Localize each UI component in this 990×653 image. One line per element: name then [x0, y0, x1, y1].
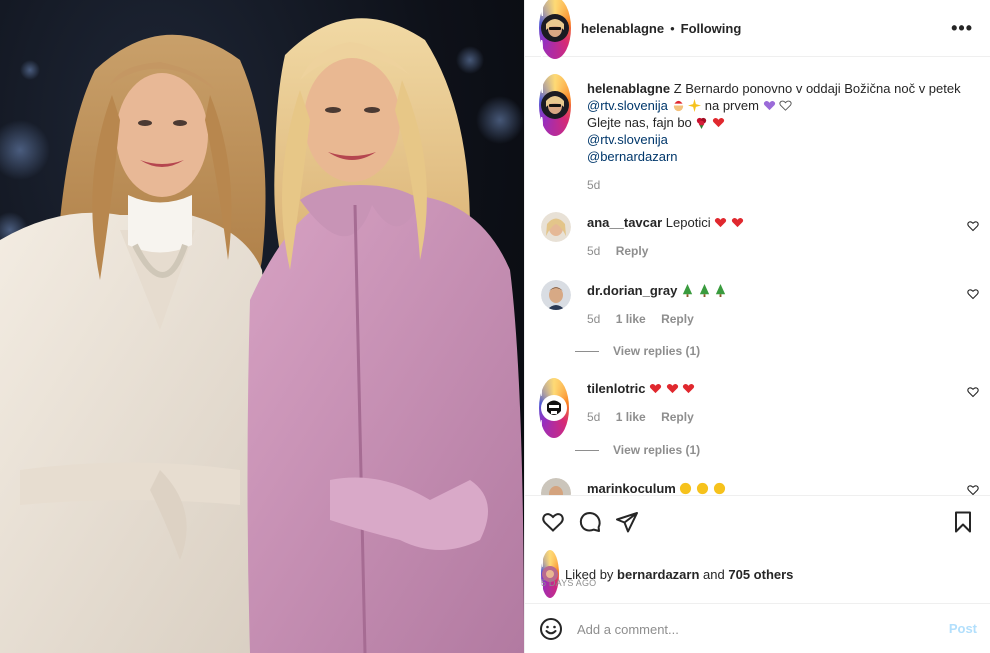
- liked-by-count[interactable]: 705 others: [728, 567, 793, 582]
- comment-item: tilenlotric 5d 1 like Reply: [539, 378, 979, 438]
- red-heart-emoji-icon: [683, 384, 695, 394]
- comment-time[interactable]: 5d: [587, 410, 600, 424]
- comment-username[interactable]: ana__tavcar: [587, 215, 662, 230]
- liked-by-avatar[interactable]: [541, 550, 559, 598]
- christmas-tree-emoji-icon: [716, 284, 726, 297]
- caption-line1: Z Bernardo ponovno v oddaji Božična noč …: [673, 81, 961, 96]
- comment-time[interactable]: 5d: [587, 312, 600, 326]
- christmas-tree-emoji-icon: [682, 284, 693, 297]
- comment-reply-button[interactable]: Reply: [661, 410, 694, 424]
- comment-avatar[interactable]: [539, 378, 569, 438]
- header-separator: •: [670, 20, 675, 36]
- following-button[interactable]: Following: [681, 21, 742, 36]
- share-direct-icon[interactable]: [615, 510, 639, 534]
- post-date[interactable]: 5 DAYS AGO: [541, 578, 596, 588]
- comment-reply-button[interactable]: Reply: [616, 244, 649, 258]
- comment-item: ana__tavcar Lepotici 5d Reply: [539, 212, 979, 264]
- add-comment-input[interactable]: [577, 618, 937, 640]
- comments-list[interactable]: helenablagne Z Bernardo ponovno v oddaji…: [525, 58, 990, 495]
- caption-mention-rtv-2[interactable]: @rtv.slovenija: [587, 132, 668, 147]
- comment-icon[interactable]: [578, 510, 602, 534]
- comment-time[interactable]: 5d: [587, 244, 600, 258]
- comment-likes-count[interactable]: 1 like: [616, 312, 646, 326]
- face-emoji-icon: [680, 482, 692, 495]
- comment-username[interactable]: tilenlotric: [587, 381, 646, 396]
- comment-item: marinkoculum: [539, 478, 979, 495]
- sparkle-emoji-icon: [688, 99, 702, 112]
- comment-avatar[interactable]: [541, 280, 571, 310]
- santa-emoji-icon: [673, 100, 683, 112]
- red-heart-emoji-icon: [715, 218, 727, 228]
- comment-text: dr.dorian_gray: [587, 282, 947, 299]
- like-heart-icon[interactable]: [541, 510, 565, 534]
- view-replies-label: View replies (1): [613, 344, 701, 358]
- view-replies-line: [575, 350, 599, 352]
- purple-heart-emoji-icon: [763, 101, 775, 111]
- comment-avatar[interactable]: [541, 212, 571, 242]
- liked-by-row: Liked by bernardazarn and 705 others: [541, 550, 793, 598]
- author-avatar-image: [541, 14, 569, 42]
- post-header: helenablagne • Following •••: [525, 0, 990, 59]
- white-heart-emoji-icon: [779, 100, 792, 111]
- comment-body: Lepotici: [665, 215, 711, 230]
- post-comment-button[interactable]: Post: [949, 621, 977, 636]
- caption-username[interactable]: helenablagne: [587, 81, 670, 96]
- caption-mention-bernardazarn[interactable]: @bernardazarn: [587, 149, 678, 164]
- caption-mention-rtv[interactable]: @rtv.slovenija: [587, 98, 668, 113]
- christmas-tree-emoji-icon: [699, 284, 709, 297]
- comment-likes-count[interactable]: 1 like: [616, 410, 646, 424]
- caption-time[interactable]: 5d: [587, 178, 600, 192]
- comment-like-icon[interactable]: [967, 288, 979, 300]
- liked-by-mid: and: [703, 566, 725, 582]
- bouquet-emoji-icon: [697, 117, 707, 129]
- post-side-panel: helenablagne • Following ••• helenablagn…: [524, 0, 990, 653]
- comment-like-icon[interactable]: [967, 484, 979, 495]
- caption-avatar-image: [541, 91, 569, 119]
- comment-meta: 5d 1 like Reply: [587, 410, 706, 424]
- author-avatar[interactable]: [539, 0, 571, 59]
- view-replies-line: [575, 449, 599, 451]
- post-photo[interactable]: [0, 0, 524, 653]
- caption-line1-end: na prvem: [704, 98, 759, 113]
- view-replies-label: View replies (1): [613, 443, 701, 457]
- save-bookmark-icon[interactable]: [951, 510, 975, 534]
- comment-meta: 5d Reply: [587, 244, 660, 258]
- comment-reply-button[interactable]: Reply: [661, 312, 694, 326]
- photo-illustration: [0, 18, 524, 653]
- comment-avatar[interactable]: [541, 478, 571, 495]
- comment-username[interactable]: marinkoculum: [587, 481, 676, 495]
- caption-text: helenablagne Z Bernardo ponovno v oddaji…: [587, 80, 967, 165]
- red-heart-emoji-icon: [712, 118, 725, 128]
- comment-avatar-image: [541, 395, 567, 421]
- add-comment-bar: Post: [525, 603, 990, 653]
- red-heart-emoji-icon: [666, 384, 678, 394]
- author-username[interactable]: helenablagne: [581, 21, 664, 36]
- comment-text: tilenlotric: [587, 380, 947, 397]
- comment-meta: 5d 1 like Reply: [587, 312, 706, 326]
- liked-by-user[interactable]: bernardazarn: [617, 567, 699, 582]
- red-heart-emoji-icon: [650, 384, 662, 394]
- post-actions: Liked by bernardazarn and 705 others 5 D…: [525, 495, 990, 603]
- caption-line2: Glejte nas, fajn bo: [587, 115, 692, 130]
- emoji-picker-icon[interactable]: [539, 617, 563, 641]
- face-emoji-icon: [697, 482, 709, 495]
- red-heart-emoji-icon: [731, 218, 743, 228]
- comment-text: ana__tavcar Lepotici: [587, 214, 947, 231]
- comment-text: marinkoculum: [587, 480, 947, 495]
- comment-username[interactable]: dr.dorian_gray: [587, 283, 677, 298]
- caption-avatar[interactable]: [539, 74, 571, 136]
- comment-item: dr.dorian_gray 5d 1 like Reply: [539, 280, 979, 332]
- face-emoji-icon: [713, 482, 725, 495]
- comment-like-icon[interactable]: [967, 386, 979, 398]
- view-replies-button[interactable]: View replies (1): [575, 344, 700, 358]
- comment-like-icon[interactable]: [967, 220, 979, 232]
- view-replies-button[interactable]: View replies (1): [575, 443, 700, 457]
- more-options-icon[interactable]: •••: [951, 18, 973, 39]
- caption-meta: 5d: [587, 178, 612, 192]
